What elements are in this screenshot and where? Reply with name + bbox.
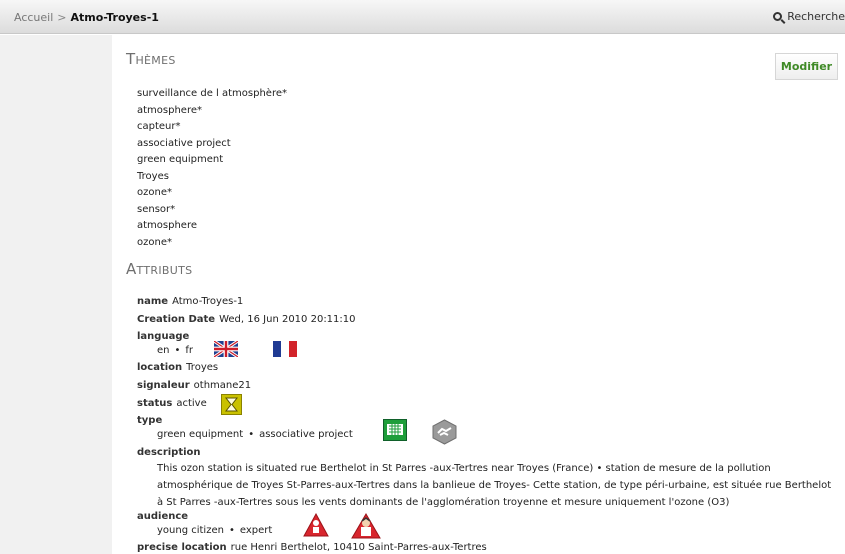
expert-icon[interactable] [351, 513, 381, 539]
breadcrumb-current: Atmo-Troyes-1 [70, 11, 159, 24]
breadcrumb: Accueil > Atmo-Troyes-1 [14, 11, 159, 24]
language-en[interactable]: en [157, 345, 170, 356]
attr-precise-location: precise location rue Henri Berthelot, 104… [137, 541, 487, 554]
description-line-1: This ozon station is situated rue Berthe… [157, 463, 771, 474]
search-icon [773, 12, 783, 21]
left-column [0, 35, 112, 554]
theme-item[interactable]: sensor* [137, 202, 287, 219]
attr-precise-location-value: rue Henri Berthelot, 10410 Saint-Parres-… [230, 542, 487, 553]
attr-status: status active [137, 397, 207, 411]
type-green-equipment[interactable]: green equipment [157, 429, 243, 440]
theme-item[interactable]: ozone* [137, 235, 287, 252]
attr-type: type [137, 414, 166, 428]
description-line-2: atmosphérique de Troyes St-Parres-aux-Te… [157, 480, 832, 491]
attr-location-value[interactable]: Troyes [186, 362, 218, 373]
theme-item[interactable]: atmosphere* [137, 103, 287, 120]
theme-item[interactable]: associative project [137, 136, 287, 153]
attr-language-values: en • fr [157, 344, 193, 358]
attr-signaleur: signaleur othmane21 [137, 379, 251, 393]
breadcrumb-separator: > [57, 11, 67, 24]
attr-audience-values: young citizen • expert [157, 524, 272, 538]
attr-language-key: language [137, 331, 190, 342]
attr-type-key: type [137, 415, 163, 426]
type-associative-project[interactable]: associative project [259, 429, 353, 440]
attr-description-key: description [137, 447, 201, 458]
bullet: • [228, 525, 235, 536]
handshake-icon[interactable] [431, 419, 458, 445]
attr-name-key: name [137, 296, 169, 307]
attr-signaleur-value[interactable]: othmane21 [194, 380, 251, 391]
attr-creation-date: Creation Date Wed, 16 Jun 2010 20:11:10 [137, 313, 356, 327]
theme-item[interactable]: ozone* [137, 185, 287, 202]
attr-precise-location-key: precise location [137, 542, 227, 553]
attr-audience-key: audience [137, 511, 189, 522]
top-bar: Accueil > Atmo-Troyes-1 Recherche [0, 0, 845, 34]
warning-icon[interactable] [303, 513, 329, 537]
attributes-title: Attributs [126, 260, 193, 278]
attr-creation-date-value: Wed, 16 Jun 2010 20:11:10 [219, 314, 356, 325]
attr-signaleur-key: signaleur [137, 380, 190, 391]
language-fr[interactable]: fr [185, 345, 193, 356]
hourglass-icon [221, 394, 242, 415]
theme-item[interactable]: Troyes [137, 169, 287, 186]
france-flag-icon[interactable] [273, 341, 297, 357]
attr-name: name Atmo-Troyes-1 [137, 295, 243, 309]
green-equipment-icon[interactable] [383, 419, 407, 441]
audience-expert[interactable]: expert [240, 525, 272, 536]
theme-item[interactable]: capteur* [137, 119, 287, 136]
bullet: • [174, 345, 181, 356]
attr-description-text: This ozon station is situated rue Berthe… [157, 460, 837, 511]
description-line-3: à St Parres -aux-Tertres sous les vents … [157, 497, 730, 508]
breadcrumb-home-link[interactable]: Accueil [14, 11, 53, 24]
modify-button[interactable]: Modifier [775, 53, 838, 80]
attr-status-value: active [176, 398, 207, 409]
audience-young-citizen[interactable]: young citizen [157, 525, 224, 536]
theme-item[interactable]: atmosphere [137, 218, 287, 235]
attr-location: location Troyes [137, 361, 218, 375]
themes-list: surveillance de l atmosphère* atmosphere… [137, 86, 287, 251]
search-link[interactable]: Recherche [773, 10, 845, 23]
bullet: • [248, 429, 255, 440]
attr-location-key: location [137, 362, 183, 373]
attr-description: description [137, 446, 205, 460]
themes-title: Thèmes [126, 50, 176, 68]
search-label: Recherche [787, 10, 845, 23]
attr-audience: audience [137, 510, 192, 524]
theme-item[interactable]: green equipment [137, 152, 287, 169]
attr-language: language [137, 330, 193, 344]
uk-flag-icon[interactable] [214, 341, 238, 357]
attr-type-values: green equipment • associative project [157, 428, 353, 442]
attr-creation-date-key: Creation Date [137, 314, 216, 325]
attr-status-key: status [137, 398, 173, 409]
theme-item[interactable]: surveillance de l atmosphère* [137, 86, 287, 103]
attr-name-value: Atmo-Troyes-1 [172, 296, 244, 307]
